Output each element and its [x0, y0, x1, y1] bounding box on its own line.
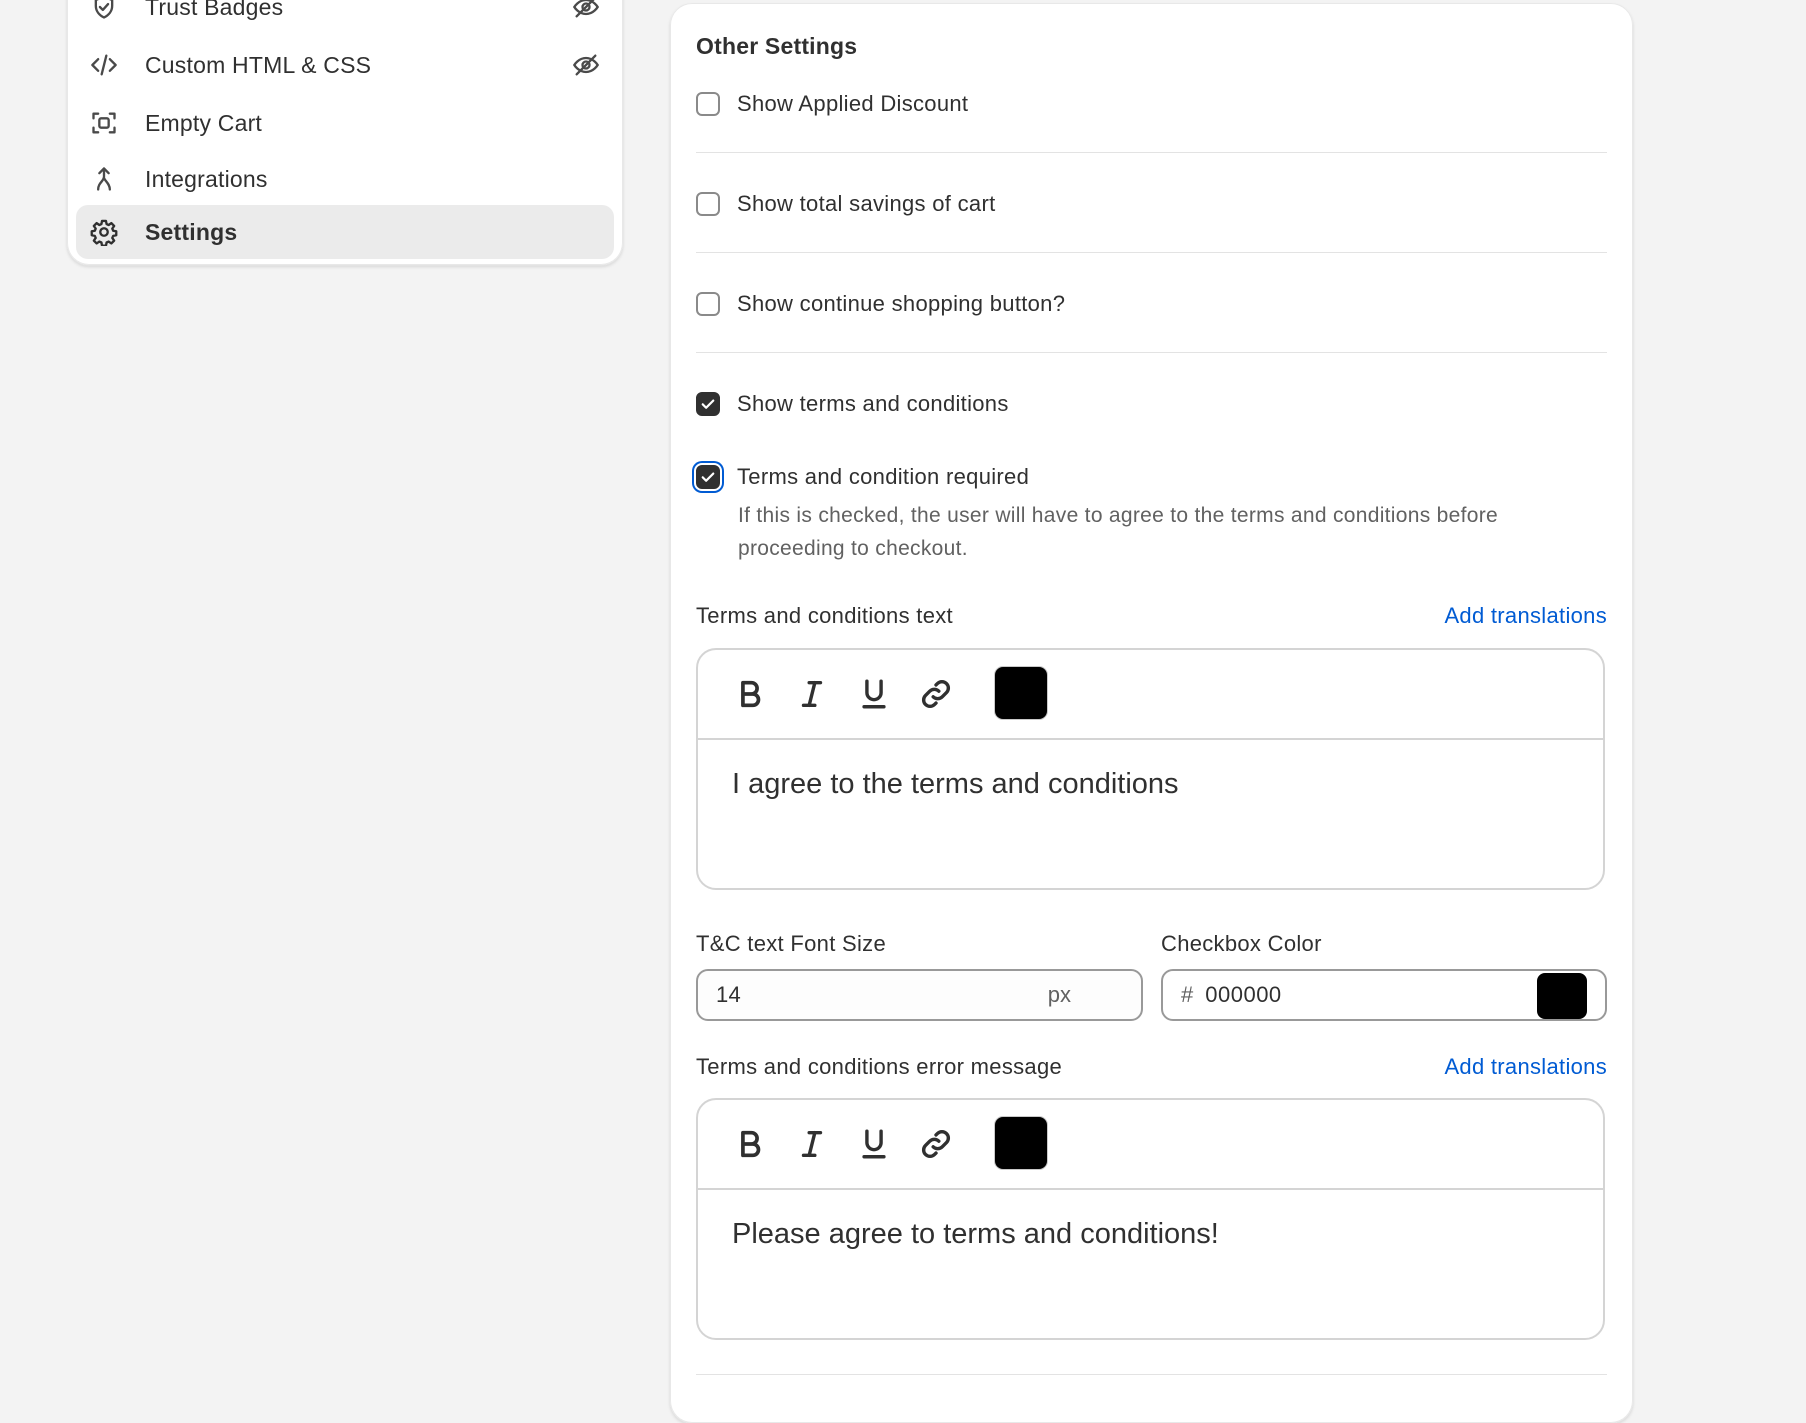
text-color-swatch[interactable]: [995, 1117, 1047, 1169]
checkmark-icon: [701, 472, 715, 482]
option-label: Show total savings of cart: [737, 191, 996, 216]
eye-off-icon[interactable]: [572, 51, 600, 79]
option-show-terms[interactable]: Show terms and conditions: [696, 391, 1009, 417]
code-icon: [90, 51, 118, 79]
option-label: Show continue shopping button?: [737, 291, 1066, 316]
sidebar-item-label: Custom HTML & CSS: [145, 51, 372, 78]
tc-text-label: Terms and conditions text: [696, 603, 953, 628]
underline-icon[interactable]: [856, 1126, 892, 1162]
tc-text-editor: I agree to the terms and conditions: [696, 648, 1605, 890]
sidebar-item-label: Settings: [145, 218, 238, 245]
gear-icon: [90, 218, 118, 246]
eye-off-icon[interactable]: [572, 0, 600, 21]
checkbox-color-label: Checkbox Color: [1161, 931, 1322, 956]
sidebar-item-custom-html-css[interactable]: Custom HTML & CSS: [76, 38, 614, 92]
checkbox[interactable]: [696, 92, 720, 116]
frame-icon: [90, 109, 118, 137]
divider: [696, 252, 1607, 253]
shield-check-icon: [90, 0, 118, 21]
section-title: Other Settings: [696, 33, 858, 59]
error-message-content[interactable]: Please agree to terms and conditions!: [732, 1218, 1219, 1251]
option-label: Show Applied Discount: [737, 91, 969, 116]
option-terms-required[interactable]: Terms and condition required: [696, 464, 1029, 490]
text-color-swatch[interactable]: [995, 667, 1047, 719]
sidebar-item-settings[interactable]: Settings: [76, 205, 614, 259]
divider: [696, 152, 1607, 153]
option-show-applied-discount[interactable]: Show Applied Discount: [696, 91, 968, 117]
sidebar-item-empty-cart[interactable]: Empty Cart: [76, 96, 614, 150]
underline-icon[interactable]: [856, 676, 892, 712]
hex-value[interactable]: 000000: [1205, 982, 1281, 1008]
add-translations-link[interactable]: Add translations: [1444, 603, 1607, 629]
integration-icon: [90, 165, 118, 193]
checkbox[interactable]: [696, 292, 720, 316]
help-text: If this is checked, the user will have t…: [738, 504, 1498, 560]
checkbox-checked[interactable]: [696, 392, 720, 416]
link-icon[interactable]: [918, 1126, 954, 1162]
bold-icon[interactable]: [732, 676, 768, 712]
option-show-continue-shopping[interactable]: Show continue shopping button?: [696, 291, 1065, 317]
checkmark-icon: [701, 399, 715, 409]
checkbox-color-input[interactable]: # 000000: [1161, 969, 1607, 1021]
error-message-editor: Please agree to terms and conditions!: [696, 1098, 1605, 1340]
option-label: Terms and condition required: [737, 464, 1030, 489]
option-label: Show terms and conditions: [737, 391, 1009, 416]
checkbox-checked[interactable]: [696, 465, 720, 489]
link-icon[interactable]: [918, 676, 954, 712]
option-show-total-savings[interactable]: Show total savings of cart: [696, 191, 995, 217]
editor-toolbar: [698, 650, 1603, 740]
sidebar-item-label: Integrations: [145, 165, 268, 192]
editor-toolbar: [698, 1100, 1603, 1190]
sidebar-nav: Trust Badges Custom HTML & CSS Empty Car…: [67, 0, 623, 265]
sidebar-item-trust-badges[interactable]: Trust Badges: [76, 0, 614, 34]
color-swatch[interactable]: [1537, 973, 1587, 1019]
error-message-label: Terms and conditions error message: [696, 1054, 1063, 1079]
tc-text-content[interactable]: I agree to the terms and conditions: [732, 768, 1179, 801]
sidebar-item-label: Empty Cart: [145, 109, 263, 136]
bold-icon[interactable]: [732, 1126, 768, 1162]
divider: [696, 1374, 1607, 1375]
sidebar-item-integrations[interactable]: Integrations: [76, 152, 614, 206]
add-translations-link[interactable]: Add translations: [1444, 1054, 1607, 1080]
other-settings-card: Other Settings Show Applied Discount Sho…: [670, 3, 1633, 1423]
italic-icon[interactable]: [794, 1126, 830, 1162]
checkbox[interactable]: [696, 192, 720, 216]
font-size-input[interactable]: 14 px: [696, 969, 1143, 1021]
hash-prefix: #: [1181, 982, 1194, 1007]
sidebar-item-label: Trust Badges: [145, 0, 284, 20]
px-suffix: px: [1047, 982, 1071, 1007]
divider: [696, 352, 1607, 353]
italic-icon[interactable]: [794, 676, 830, 712]
font-size-value[interactable]: 14: [716, 982, 741, 1008]
font-size-label: T&C text Font Size: [696, 931, 887, 956]
